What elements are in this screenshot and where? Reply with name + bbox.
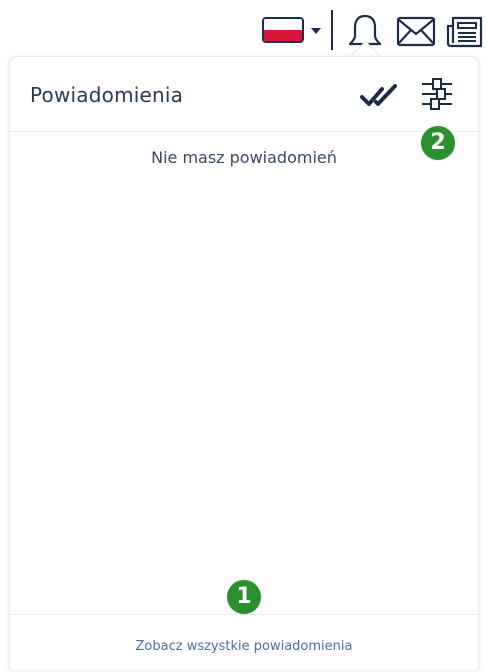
- panel-header: Powiadomienia: [10, 57, 478, 132]
- panel-footer: Zobacz wszystkie powiadomienia: [10, 614, 478, 672]
- panel-title: Powiadomienia: [30, 83, 184, 107]
- empty-state-message: Nie masz powiadomień: [151, 148, 337, 167]
- notifications-panel: Powiadomienia Nie masz powiadomień Zobac…: [9, 56, 479, 670]
- annotation-badge-2: 2: [421, 126, 455, 160]
- envelope-icon[interactable]: [396, 12, 436, 52]
- see-all-notifications-link[interactable]: Zobacz wszystkie powiadomienia: [10, 639, 478, 654]
- flag-pl-icon: [262, 17, 304, 43]
- double-check-icon[interactable]: [360, 83, 398, 109]
- caret-down-icon: [311, 28, 321, 34]
- sliders-icon[interactable]: [420, 75, 454, 113]
- top-bar: [0, 0, 487, 56]
- divider: [331, 10, 333, 50]
- newspaper-icon[interactable]: [445, 12, 485, 52]
- annotation-badge-1: 1: [227, 580, 261, 614]
- language-selector[interactable]: [261, 16, 327, 46]
